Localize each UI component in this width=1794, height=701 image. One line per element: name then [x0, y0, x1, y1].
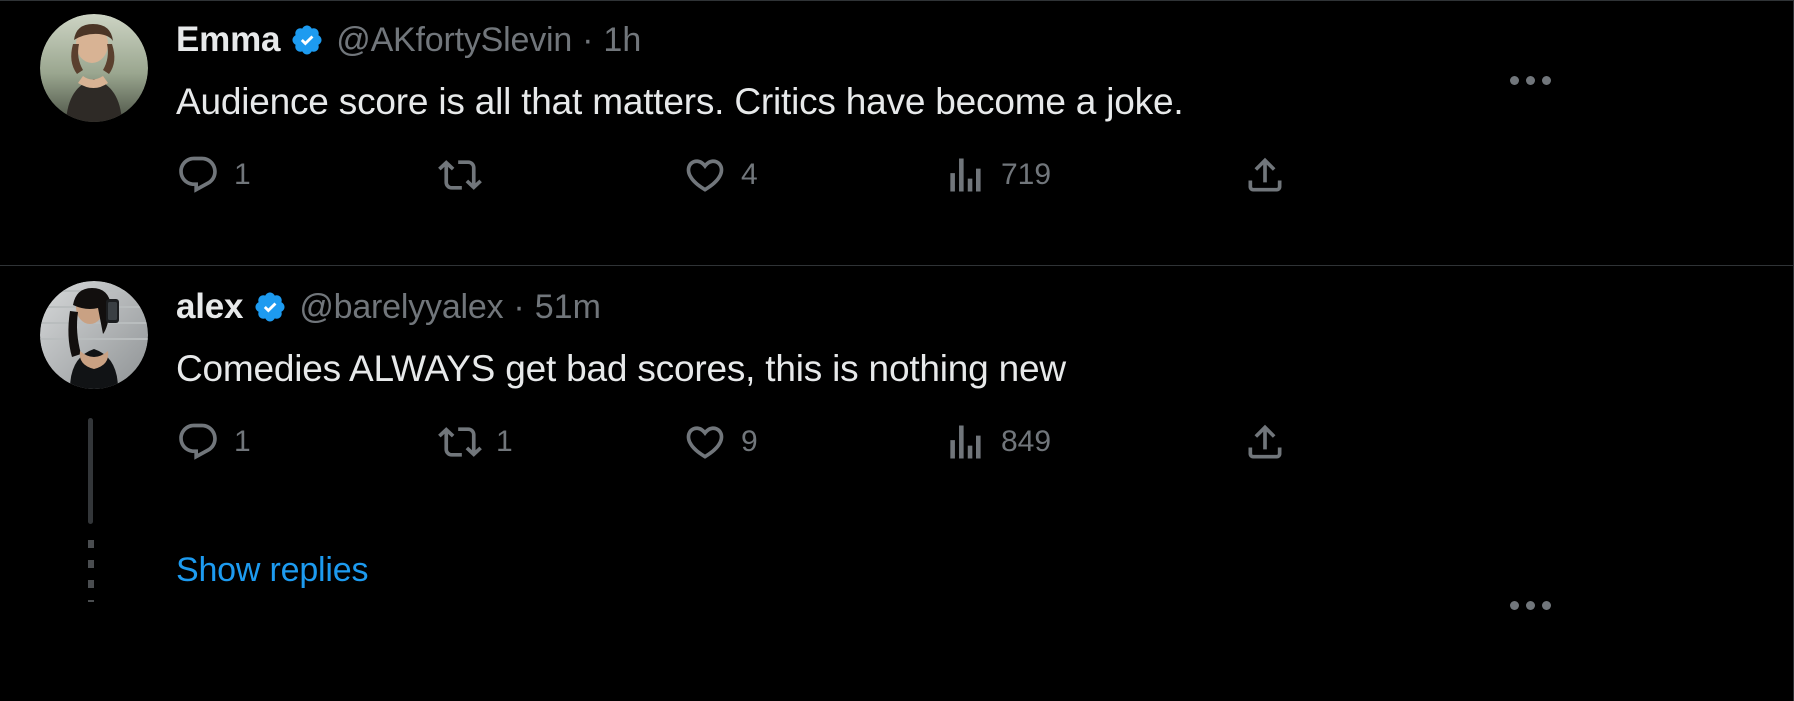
- like-button[interactable]: 4: [683, 147, 943, 203]
- reply-count: 1: [234, 425, 251, 459]
- retweet-button[interactable]: [438, 147, 683, 203]
- more-dot: [1509, 600, 1519, 610]
- verified-badge-icon: [290, 23, 324, 57]
- more-dot: [1525, 600, 1535, 610]
- retweet-icon: [438, 153, 482, 197]
- header-separator: ·: [582, 20, 594, 59]
- tweet-timestamp[interactable]: 1h: [603, 21, 641, 60]
- header-separator: ·: [513, 287, 525, 326]
- reply-icon: [176, 420, 220, 464]
- show-replies-label: Show replies: [176, 550, 369, 589]
- show-replies-button[interactable]: Show replies: [176, 540, 368, 600]
- tweet-header: alex @barelyyalex · 51m: [176, 281, 1754, 333]
- tweet-timestamp[interactable]: 51m: [535, 288, 601, 327]
- user-handle[interactable]: @AKfortySlevin: [336, 21, 572, 60]
- heart-icon: [683, 420, 727, 464]
- verified-badge-icon: [253, 290, 287, 324]
- avatar[interactable]: [40, 14, 148, 122]
- views-button[interactable]: 849: [943, 414, 1243, 470]
- tweet-item[interactable]: alex @barelyyalex · 51m Comedies ALWAYS …: [0, 281, 1794, 610]
- like-button[interactable]: 9: [683, 414, 943, 470]
- tweet-divider: [0, 265, 1794, 266]
- retweet-count: 1: [496, 425, 513, 459]
- share-upload-icon: [1243, 420, 1287, 464]
- like-count: 4: [741, 158, 758, 192]
- views-button[interactable]: 719: [943, 147, 1243, 203]
- reply-count: 1: [234, 158, 251, 192]
- heart-icon: [683, 153, 727, 197]
- more-dot: [1541, 75, 1551, 85]
- reply-icon: [176, 153, 220, 197]
- reply-button[interactable]: 1: [176, 414, 438, 470]
- tweet-action-bar: 1 1 9 849: [176, 414, 1466, 470]
- reply-button[interactable]: 1: [176, 147, 438, 203]
- analytics-bar-chart-icon: [943, 153, 987, 197]
- display-name[interactable]: alex: [176, 287, 244, 327]
- retweet-button[interactable]: 1: [438, 414, 683, 470]
- share-button[interactable]: [1243, 147, 1303, 203]
- thread-dotted-line: [88, 540, 94, 602]
- more-dot: [1541, 600, 1551, 610]
- views-count: 849: [1001, 425, 1052, 459]
- views-count: 719: [1001, 158, 1052, 192]
- tweet-body: alex @barelyyalex · 51m Comedies ALWAYS …: [152, 281, 1794, 470]
- share-button[interactable]: [1243, 414, 1303, 470]
- user-handle[interactable]: @barelyyalex: [299, 288, 503, 327]
- tweet-action-bar: 1 4 719: [176, 147, 1466, 203]
- more-options-icon[interactable]: [1498, 48, 1562, 112]
- avatar-column: [0, 14, 152, 203]
- tweet-text: Comedies ALWAYS get bad scores, this is …: [176, 348, 1066, 389]
- display-name[interactable]: Emma: [176, 20, 280, 60]
- thread-connector-line: [88, 418, 93, 524]
- share-upload-icon: [1243, 153, 1287, 197]
- thread-top-divider: [0, 0, 1794, 1]
- retweet-icon: [438, 420, 482, 464]
- more-dot: [1525, 75, 1535, 85]
- tweet-item[interactable]: Emma @AKfortySlevin · 1h Audience score …: [0, 14, 1794, 203]
- analytics-bar-chart-icon: [943, 420, 987, 464]
- tweet-thread: Emma @AKfortySlevin · 1h Audience score …: [0, 0, 1794, 701]
- avatar-column: [0, 281, 152, 470]
- more-options-icon[interactable]: [1498, 573, 1562, 637]
- like-count: 9: [741, 425, 758, 459]
- more-dot: [1509, 75, 1519, 85]
- avatar[interactable]: [40, 281, 148, 389]
